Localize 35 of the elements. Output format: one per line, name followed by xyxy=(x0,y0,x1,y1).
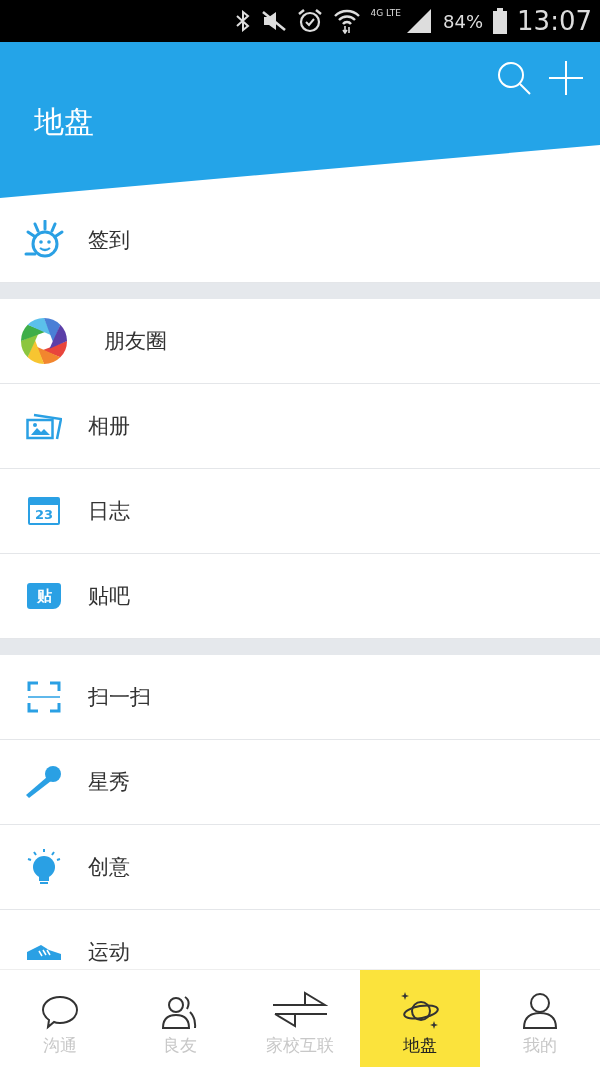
wifi-icon xyxy=(332,8,361,34)
menu-label: 贴吧 xyxy=(88,583,130,610)
menu-label: 签到 xyxy=(88,227,130,254)
add-icon[interactable] xyxy=(548,60,584,96)
battery-percent: 84% xyxy=(443,10,484,32)
calendar-icon: 23 xyxy=(28,497,60,525)
scan-icon xyxy=(27,681,61,713)
network-type: 4G LTE xyxy=(370,8,402,18)
menu-label: 相册 xyxy=(88,413,130,440)
photo-icon xyxy=(26,411,62,441)
menu-label: 扫一扫 xyxy=(88,684,151,711)
menu-label: 朋友圈 xyxy=(104,328,167,355)
menu-label: 运动 xyxy=(88,939,130,966)
menu-label: 星秀 xyxy=(88,769,130,796)
chat-bubble-icon xyxy=(40,994,80,1030)
page-title: 地盘 xyxy=(34,103,94,141)
label-icon: 贴 xyxy=(27,583,61,609)
aperture-icon xyxy=(21,318,67,364)
clock-time: 13:07 xyxy=(517,6,592,36)
sneaker-icon xyxy=(26,942,62,962)
search-icon[interactable] xyxy=(496,60,532,96)
alarm-clock-icon xyxy=(296,8,323,34)
smiley-icon xyxy=(24,220,64,260)
swap-arrows-icon xyxy=(272,990,328,1030)
mute-icon xyxy=(260,10,287,32)
person-icon xyxy=(522,992,558,1030)
lightbulb-icon xyxy=(26,848,62,886)
battery-icon xyxy=(493,8,508,34)
menu-label: 日志 xyxy=(88,498,130,525)
microphone-icon xyxy=(25,765,63,799)
planet-icon xyxy=(400,990,440,1030)
bluetooth-icon xyxy=(234,10,251,32)
menu-label: 创意 xyxy=(88,854,130,881)
nav-tab[interactable]: 地盘 xyxy=(360,970,480,1067)
signal-icon xyxy=(405,9,434,33)
